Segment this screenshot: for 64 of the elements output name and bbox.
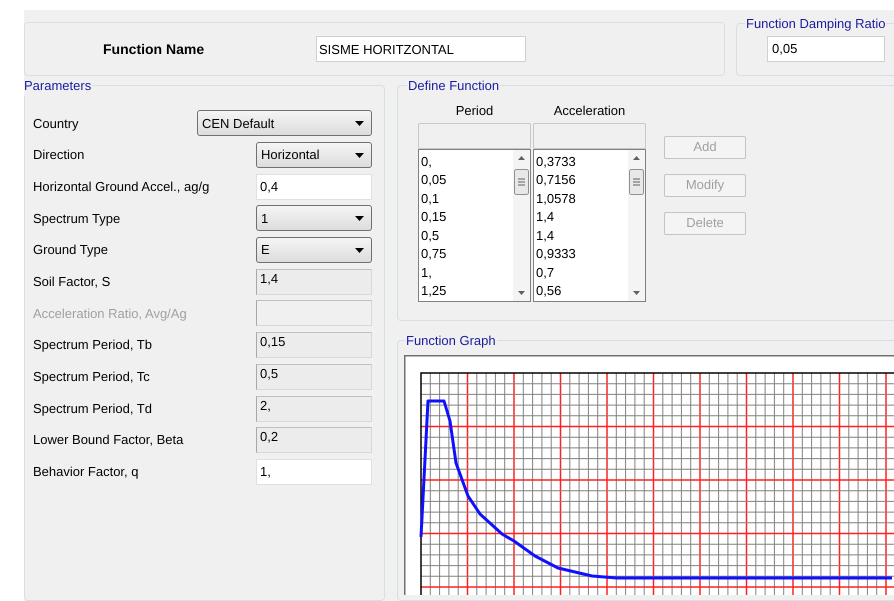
list-item[interactable]: 0, [421,152,513,171]
field-label: Spectrum Period, Td [33,400,153,418]
field-label: Horizontal Ground Accel., ag/g [33,178,210,196]
list-item[interactable]: 1,4 [536,208,628,226]
list-item[interactable]: 1, [421,264,513,282]
list-item[interactable]: 0,3733 [536,152,628,171]
group-title: Function Damping Ratio [745,15,886,33]
list-item[interactable]: 0,1 [421,190,513,208]
scroll-up-icon[interactable] [518,156,525,160]
function-name-label: Function Name [103,40,206,58]
input-field[interactable]: 1, [256,458,372,485]
list-item[interactable]: 0,75 [421,245,513,264]
readonly-field: 2, [256,396,372,422]
scroll-up-icon[interactable] [633,156,640,160]
group-title: Define Function [407,77,500,95]
scroll-down-icon[interactable] [518,290,525,294]
list-item[interactable]: 0,7156 [536,171,628,190]
list-item[interactable]: 0,15 [421,208,513,226]
dropdown[interactable]: CEN Default [197,110,372,136]
list-item[interactable]: 0,56 [536,282,628,300]
function-name-field[interactable]: SISME HORITZONTAL [316,36,526,62]
scrollbar[interactable] [513,150,530,300]
column-header: Period [456,102,494,120]
caret-icon [355,216,364,221]
readonly-field: 1,4 [256,268,372,295]
scroll-thumb[interactable] [514,168,529,194]
list-item[interactable]: 1,0578 [536,190,628,208]
readonly-field: 0,15 [256,332,372,358]
field-label: Spectrum Period, Tb [33,336,153,354]
readonly-field: 0,5 [256,364,372,390]
field-label: Soil Factor, S [33,273,112,292]
damping-ratio-field[interactable]: 0,05 [767,36,885,62]
caret-icon [355,248,364,253]
group-title: Parameters [24,77,92,95]
field-label: Country [33,114,80,133]
scroll-down-icon[interactable] [633,290,640,294]
field-label: Lower Bound Factor, Beta [33,431,184,450]
dropdown[interactable]: E [256,237,372,264]
field-label: Spectrum Type [33,210,122,228]
scroll-thumb[interactable] [629,168,644,194]
group-title: Function Graph [405,332,497,350]
field-label: Direction [33,146,86,164]
readonly-field: 0,2 [256,427,372,454]
list-item[interactable]: 1,25 [421,282,513,300]
field-label: Behavior Factor, q [33,463,140,482]
caret-icon [355,152,364,158]
field-label: Ground Type [33,241,109,260]
dropdown[interactable]: Horizontal [256,142,372,168]
list-item[interactable]: 0,05 [421,171,513,190]
field-label: Acceleration Ratio, Avg/Ag [33,304,188,323]
list-item[interactable]: 0,7 [536,264,628,282]
caret-icon [355,120,364,126]
dropdown[interactable]: 1 [256,205,372,232]
list-item[interactable]: 0,5 [421,226,513,245]
value-list[interactable]: 0,3733 0,7156 1,0578 1,4 1,4 0,9333 0,7 0,56 [533,148,646,302]
value-list[interactable]: 0, 0,05 0,1 0,15 0,5 0,75 1, 1,25 [418,148,531,302]
scrollbar[interactable] [628,150,645,300]
input-field[interactable] [418,122,531,148]
list-item[interactable]: 1,4 [536,226,628,245]
column-header: Acceleration [554,102,626,120]
input-field[interactable] [533,122,646,148]
list-item[interactable]: 0,9333 [536,245,628,264]
input-field[interactable]: 0,4 [256,174,372,200]
field-label: Spectrum Period, Tc [33,368,151,386]
